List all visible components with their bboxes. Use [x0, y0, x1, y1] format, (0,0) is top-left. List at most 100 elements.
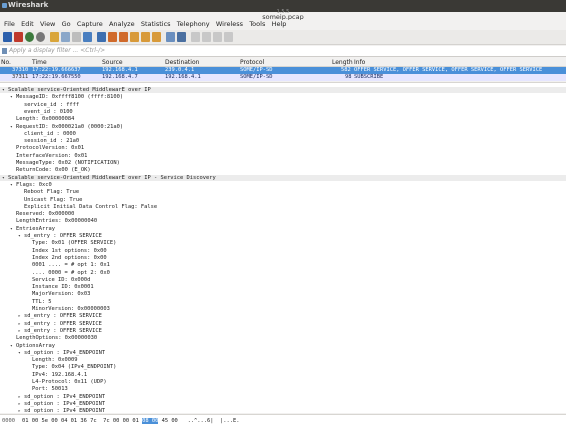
hex-bytes-after: 45 00	[161, 418, 178, 424]
tree-field[interactable]: Reboot Flag: True	[0, 189, 566, 195]
find-packet-icon[interactable]	[97, 32, 106, 42]
column-source[interactable]: Source	[102, 59, 123, 66]
tree-field[interactable]: ▾ OptionsArray	[0, 343, 566, 349]
open-file-icon[interactable]	[50, 32, 59, 42]
menu-tools[interactable]: Tools	[249, 20, 265, 28]
tree-field[interactable]: service_id : ffff	[0, 102, 566, 108]
resize-columns-icon[interactable]	[224, 32, 233, 42]
packet-no: 37310	[12, 67, 29, 73]
packet-row[interactable]: 37311 17:22:19.667550 192.168.4.7 192.16…	[0, 74, 566, 81]
tree-field[interactable]: session_id : 21a0	[0, 138, 566, 144]
colorize-icon[interactable]	[177, 32, 186, 42]
tree-field[interactable]: Type: 0x01 (OFFER SERVICE)	[0, 240, 566, 246]
display-filter-input[interactable]: Apply a display filter ... <Ctrl-/>	[9, 47, 105, 54]
normal-size-icon[interactable]	[213, 32, 222, 42]
tree-field[interactable]: Length: 0x00000084	[0, 116, 566, 122]
tree-field[interactable]: ▾ RequestID: 0x000021a0 (0000:21a0)	[0, 124, 566, 130]
tree-field[interactable]: LengthEntries: 0x00000040	[0, 218, 566, 224]
tree-field[interactable]: client_id : 0000	[0, 131, 566, 137]
tree-field[interactable]: ProtocolVersion: 0x01	[0, 145, 566, 151]
packet-info: OFFER SERVICE, OFFER SERVICE, OFFER SERV…	[354, 67, 543, 73]
close-file-icon[interactable]	[72, 32, 81, 42]
tree-field-text: Port: 50013	[32, 386, 68, 393]
tree-field[interactable]: ▸ sd_entry : OFFER SERVICE	[0, 328, 566, 334]
menu-file[interactable]: File	[4, 20, 15, 28]
save-file-icon[interactable]	[61, 32, 70, 42]
tree-field[interactable]: 0001 .... = # opt 1: 0x1	[0, 262, 566, 268]
tree-field-text: Scalable service-Oriented MiddlewarE ove…	[8, 87, 151, 93]
tree-field[interactable]: InterfaceVersion: 0x01	[0, 153, 566, 159]
tree-field-text: RequestID: 0x000021a0 (0000:21a0)	[16, 123, 124, 130]
protocol-tree-header[interactable]: ▾ Scalable service-Oriented MiddlewarE ov…	[0, 174, 566, 181]
tree-field[interactable]: Index 1st options: 0x00	[0, 248, 566, 254]
tree-field-text: Flags: 0xc0	[16, 181, 52, 188]
tree-field-text: TTL: 5	[32, 298, 52, 305]
tree-field[interactable]: Unicast Flag: True	[0, 197, 566, 203]
tree-field[interactable]: Service ID: 0x000d	[0, 277, 566, 283]
hex-ascii: ..^...6| |...E.	[187, 418, 240, 424]
column-destination[interactable]: Destination	[165, 59, 199, 66]
tree-field[interactable]: L4-Protocol: 0x11 (UDP)	[0, 379, 566, 385]
menu-analyze[interactable]: Analyze	[109, 20, 135, 28]
bookmark-icon[interactable]	[2, 48, 7, 54]
tree-field[interactable]: LengthOptions: 0x00000030	[0, 335, 566, 341]
column-protocol[interactable]: Protocol	[240, 59, 264, 66]
start-capture-icon[interactable]	[3, 32, 12, 42]
protocol-tree-header[interactable]: ▾ Scalable service-Oriented MiddlewarE ov…	[0, 87, 566, 93]
first-packet-icon[interactable]	[141, 32, 150, 42]
last-packet-icon[interactable]	[152, 32, 161, 42]
column-time[interactable]: Time	[32, 59, 47, 66]
column-info[interactable]: Info	[354, 59, 365, 66]
menu-view[interactable]: View	[40, 20, 55, 28]
tree-field[interactable]: Instance ID: 0x0001	[0, 284, 566, 290]
stop-capture-icon[interactable]	[14, 32, 23, 42]
menu-capture[interactable]: Capture	[77, 20, 103, 28]
tree-field[interactable]: MessageType: 0x02 (NOTIFICATION)	[0, 160, 566, 166]
tree-field[interactable]: TTL: 5	[0, 299, 566, 305]
tree-field[interactable]: Index 2nd options: 0x00	[0, 255, 566, 261]
menu-wireless[interactable]: Wireless	[216, 20, 243, 28]
packet-destination: 239.0.4.1	[165, 67, 195, 73]
capture-options-icon[interactable]	[36, 32, 45, 42]
packet-row-selected[interactable]: 37310 17:22:19.666637 192.168.4.1 239.0.…	[0, 67, 566, 74]
packet-time: 17:22:19.667550	[32, 74, 81, 80]
tree-field-text: sd_entry : OFFER SERVICE	[24, 313, 102, 320]
tree-field[interactable]: ▾ sd_option : IPv4_ENDPOINT	[0, 350, 566, 356]
tree-field[interactable]: ▸ sd_entry : OFFER SERVICE	[0, 321, 566, 327]
tree-field[interactable]: Length: 0x0009	[0, 357, 566, 363]
restart-capture-icon[interactable]	[25, 32, 34, 42]
tree-field[interactable]: ▾ Flags: 0xc0	[0, 182, 566, 188]
go-back-icon[interactable]	[108, 32, 117, 42]
column-length[interactable]: Length	[332, 59, 353, 66]
tree-field[interactable]: Type: 0x04 (IPv4_ENDPOINT)	[0, 364, 566, 370]
menu-telephony[interactable]: Telephony	[177, 20, 210, 28]
tree-field[interactable]: MajorVersion: 0x03	[0, 291, 566, 297]
autoscroll-icon[interactable]	[166, 32, 175, 42]
column-no[interactable]: No.	[1, 59, 11, 66]
tree-field[interactable]: ReturnCode: 0x00 (E_OK)	[0, 167, 566, 173]
menu-edit[interactable]: Edit	[21, 20, 34, 28]
tree-field[interactable]: ▾ MessageID: 0xffff8100 (ffff:8100)	[0, 94, 566, 100]
tree-field[interactable]: Reserved: 0x000000	[0, 211, 566, 217]
tree-field[interactable]: ▸ sd_entry : OFFER SERVICE	[0, 313, 566, 319]
go-to-packet-icon[interactable]	[130, 32, 139, 42]
go-forward-icon[interactable]	[119, 32, 128, 42]
tree-field-text: sd_entry : OFFER SERVICE	[24, 233, 102, 239]
tree-field[interactable]: ▾ sd_entry : OFFER SERVICE	[0, 233, 566, 239]
tree-field[interactable]: MinorVersion: 0x00000003	[0, 306, 566, 312]
tree-field[interactable]: Explicit Initial Data Control Flag: Fals…	[0, 204, 566, 210]
menu-go[interactable]: Go	[62, 20, 71, 28]
zoom-out-icon[interactable]	[202, 32, 211, 42]
tree-field-text: session_id : 21a0	[24, 138, 80, 145]
display-filter-bar[interactable]: Apply a display filter ... <Ctrl-/>	[0, 46, 566, 57]
tree-field[interactable]: event_id : 0100	[0, 109, 566, 115]
zoom-in-icon[interactable]	[191, 32, 200, 42]
tree-field[interactable]: .... 0000 = # opt 2: 0x0	[0, 270, 566, 276]
menu-statistics[interactable]: Statistics	[141, 20, 171, 28]
reload-icon[interactable]	[83, 32, 92, 42]
menu-help[interactable]: Help	[272, 20, 287, 28]
tree-field[interactable]: ▾ EntriesArray	[0, 226, 566, 232]
tree-field[interactable]: IPv4: 192.168.4.1	[0, 372, 566, 378]
tree-field-text: Type: 0x01 (OFFER SERVICE)	[32, 240, 117, 247]
packet-protocol: SOME/IP-SD	[240, 74, 273, 80]
